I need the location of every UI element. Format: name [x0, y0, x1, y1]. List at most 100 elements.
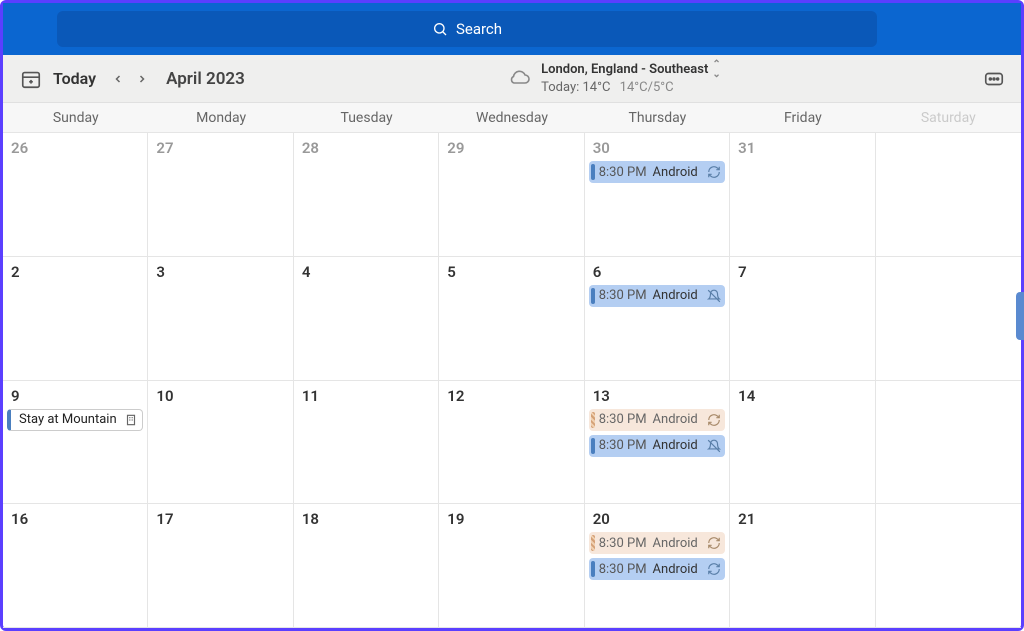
- event-title: Android: [653, 438, 708, 453]
- calendar-cell[interactable]: 9Stay at Mountain: [3, 381, 148, 505]
- more-options-button[interactable]: [983, 68, 1005, 90]
- recurrence-icon: [707, 165, 721, 179]
- search-icon: [432, 21, 448, 37]
- date-number: 6: [585, 263, 729, 281]
- date-number: 31: [730, 139, 874, 157]
- date-number: 29: [439, 139, 583, 157]
- weather-widget[interactable]: London, England - Southeast ⌃⌄ Today: 14…: [507, 60, 721, 96]
- event-color-bar: [591, 561, 595, 577]
- event-title: Android: [653, 562, 708, 577]
- day-header-saturday: Saturday: [876, 103, 1021, 132]
- date-number: 26: [3, 139, 147, 157]
- calendar-event[interactable]: 8:30 PMAndroid: [589, 285, 725, 307]
- calendar-cell[interactable]: 3: [148, 257, 293, 381]
- calendar-cell[interactable]: 20 8:30 PM Android 8:30 PM Android: [585, 504, 730, 628]
- date-number: 10: [148, 387, 292, 405]
- date-number: 20: [585, 510, 729, 528]
- calendar-cell[interactable]: [876, 257, 1021, 381]
- calendar-cell[interactable]: 2: [3, 257, 148, 381]
- calendar-cell[interactable]: 10: [148, 381, 293, 505]
- calendar-cell[interactable]: 28: [294, 133, 439, 257]
- calendar-cell[interactable]: 5: [439, 257, 584, 381]
- event-title: Stay at Mountain: [19, 412, 124, 427]
- date-number: 21: [730, 510, 874, 528]
- prev-month-button[interactable]: [108, 69, 128, 89]
- date-number: 2: [3, 263, 147, 281]
- date-number: 16: [3, 510, 147, 528]
- calendar-cell[interactable]: 11: [294, 381, 439, 505]
- search-placeholder: Search: [456, 20, 502, 38]
- event-time: 8:30 PM: [599, 412, 647, 427]
- month-label: April 2023: [166, 69, 245, 89]
- date-number: 5: [439, 263, 583, 281]
- calendar-cell[interactable]: 19: [439, 504, 584, 628]
- event-color-bar: [591, 288, 595, 304]
- calendar-today-icon-button[interactable]: [19, 67, 43, 91]
- day-header-wednesday: Wednesday: [439, 103, 584, 132]
- calendar-cell[interactable]: 21: [730, 504, 875, 628]
- date-number: 28: [294, 139, 438, 157]
- date-number: 7: [730, 263, 874, 281]
- calendar-event[interactable]: 8:30 PM Android: [589, 161, 725, 183]
- event-time: 8:30 PM: [599, 438, 647, 453]
- calendar-event[interactable]: 8:30 PMAndroid: [589, 409, 725, 431]
- chevron-left-icon: [112, 73, 124, 85]
- date-number: 11: [294, 387, 438, 405]
- cloud-icon: [507, 67, 531, 91]
- calendar-cell[interactable]: 12: [439, 381, 584, 505]
- calendar-event[interactable]: 8:30 PM Android: [589, 532, 725, 554]
- day-header-friday: Friday: [730, 103, 875, 132]
- calendar-cell[interactable]: [876, 504, 1021, 628]
- right-drawer-handle[interactable]: [1016, 292, 1024, 340]
- allday-event[interactable]: Stay at Mountain: [7, 409, 143, 431]
- calendar-grid: 26272829308:30 PMAndroid31234568:30 PMAn…: [3, 133, 1021, 628]
- day-header-monday: Monday: [148, 103, 293, 132]
- event-title: Android: [653, 536, 708, 551]
- calendar-cell[interactable]: 26: [3, 133, 148, 257]
- day-header-sunday: Sunday: [3, 103, 148, 132]
- date-number: 19: [439, 510, 583, 528]
- bell-off-icon: [707, 289, 721, 303]
- event-time: 8:30 PM: [599, 562, 647, 577]
- date-number: 14: [730, 387, 874, 405]
- calendar-add-icon: [20, 68, 42, 90]
- top-bar: Search: [3, 3, 1021, 55]
- bell-off-icon: [707, 439, 721, 453]
- calendar-cell[interactable]: 31: [730, 133, 875, 257]
- event-title: Android: [653, 165, 708, 180]
- calendar-cell[interactable]: 29: [439, 133, 584, 257]
- event-time: 8:30 PM: [599, 536, 647, 551]
- calendar-cell[interactable]: [876, 133, 1021, 257]
- up-down-chevron-icon: ⌃⌄: [712, 60, 720, 80]
- calendar-cell[interactable]: 16: [3, 504, 148, 628]
- calendar-cell[interactable]: 6 8:30 PMAndroid: [585, 257, 730, 381]
- day-header-thursday: Thursday: [585, 103, 730, 132]
- date-number: 30: [585, 139, 729, 157]
- day-headers: Sunday Monday Tuesday Wednesday Thursday…: [3, 103, 1021, 133]
- calendar-cell[interactable]: 30 8:30 PM Android: [585, 133, 730, 257]
- event-color-bar: [591, 535, 595, 551]
- calendar-cell[interactable]: 138:30 PMAndroid8:30 PMAndroid: [585, 381, 730, 505]
- calendar-event[interactable]: 8:30 PM Android: [589, 558, 725, 580]
- calendar-event[interactable]: 8:30 PM Android: [589, 435, 725, 457]
- chevron-right-icon: [136, 73, 148, 85]
- building-icon: [124, 413, 138, 427]
- calendar-cell[interactable]: 18: [294, 504, 439, 628]
- date-number: 13: [585, 387, 729, 405]
- next-month-button[interactable]: [132, 69, 152, 89]
- calendar-cell[interactable]: 17: [148, 504, 293, 628]
- calendar-cell[interactable]: 27: [148, 133, 293, 257]
- today-button[interactable]: Today: [53, 69, 96, 88]
- date-number: 3: [148, 263, 292, 281]
- calendar-cell[interactable]: [876, 381, 1021, 505]
- weather-today-prefix: Today:: [541, 80, 579, 95]
- calendar-cell[interactable]: 7: [730, 257, 875, 381]
- calendar-cell[interactable]: 14: [730, 381, 875, 505]
- search-input[interactable]: Search: [57, 11, 877, 47]
- weather-high-low: 14°C/5°C: [620, 80, 674, 95]
- event-time: 8:30 PM: [599, 165, 647, 180]
- month-nav: [108, 69, 152, 89]
- toolbar: Today April 2023 London, England - South…: [3, 55, 1021, 103]
- calendar-cell[interactable]: 4: [294, 257, 439, 381]
- weather-location: London, England - Southeast: [541, 62, 708, 78]
